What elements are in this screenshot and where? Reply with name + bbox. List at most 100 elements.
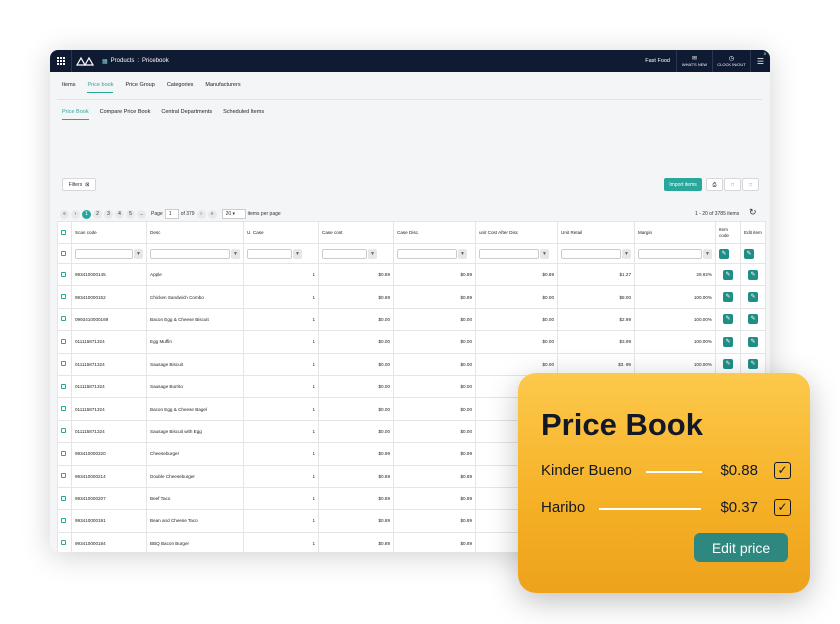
scan-code-cell: 011115871324 [71,352,147,376]
filter-icon[interactable]: ▼ [368,248,377,259]
subtab-price-book[interactable]: Price Book [62,109,89,120]
row-checkbox[interactable] [61,428,66,434]
col-scan-code[interactable]: Scan code [71,221,147,244]
filter-input[interactable] [150,248,230,259]
filter-input[interactable] [479,248,539,259]
filter-input[interactable] [247,248,292,259]
tab-manufacturers[interactable]: Manufacturers [205,82,240,93]
row-checkbox[interactable] [61,338,66,344]
scan-code-cell: 011115871324 [71,374,147,399]
row-checkbox[interactable] [61,450,66,456]
filter-icon[interactable]: ▼ [231,248,240,259]
col-margin[interactable]: Margin [634,221,716,244]
col-edit-item[interactable]: Edit item [740,221,766,244]
filter-icon[interactable]: ▼ [458,248,467,259]
col-case-disc[interactable]: Case Disc. [393,221,476,244]
edit-item-code-icon[interactable]: ✎ [723,314,733,325]
row-checkbox[interactable] [61,316,66,322]
page-button[interactable]: 4 [115,209,124,219]
col-unit-cost[interactable]: unit Cost After Disc [475,221,558,244]
col-u-case[interactable]: U. Case [243,221,319,244]
checkbox[interactable]: ✓ [774,461,791,479]
row-checkbox[interactable] [61,540,66,546]
subtab-compare-price-book[interactable]: Compare Price Book [100,109,151,120]
filter-input[interactable] [322,248,367,259]
subtab-central-departments[interactable]: Central Departments [161,109,212,120]
apps-grid-icon[interactable] [50,50,72,72]
col-unit-retail[interactable]: Unit Retail [557,221,635,244]
tab-price-group[interactable]: Price Group [125,82,154,93]
table-row[interactable]: 011115871324 Egg Muffin 1 $0.00 $0.00 $0.00 $3… [57,330,766,354]
edit-item-icon[interactable]: ✎ [748,336,758,347]
next-page-button[interactable]: › [196,209,206,219]
first-page-button[interactable]: « [60,209,69,219]
subtab-scheduled-items[interactable]: Scheduled Items [223,109,264,120]
page-button[interactable]: 3 [104,209,113,219]
tab-items[interactable]: Items [62,82,75,93]
col-item-code[interactable]: Item code [715,221,741,244]
import-items-button[interactable]: Import items [664,178,702,191]
filter-icon[interactable]: ▼ [540,248,549,259]
row-checkbox[interactable] [61,383,66,389]
page-button[interactable]: 1 [82,209,91,219]
more-pages-button[interactable]: ... [137,209,146,219]
filter-input[interactable] [75,248,133,259]
col-desc[interactable]: Desc [146,221,244,244]
refresh-icon[interactable]: ↻ [749,207,757,218]
desc-cell: Chicken Sandwich Combo [146,285,244,309]
edit-icon[interactable]: ✎ [744,248,754,259]
last-page-button[interactable]: » [207,209,217,219]
edit-item-code-icon[interactable]: ✎ [723,336,733,347]
export-pdf-button[interactable]: □ [724,178,741,191]
filter-input[interactable] [561,248,621,259]
unit-cost-cell: $0.00 [475,285,558,309]
table-row[interactable]: 993410000152 Chicken Sandwich Combo 1 $0.89… [57,285,766,309]
page-button[interactable]: 5 [126,209,135,219]
edit-item-icon[interactable]: ✎ [748,314,758,325]
row-checkbox[interactable] [61,406,66,412]
edit-item-code-icon[interactable]: ✎ [723,269,733,280]
tab-categories[interactable]: Categories [167,82,194,93]
case-cost-cell: $0.00 [318,352,394,376]
unit-retail-cell: $2.99 [557,307,635,332]
edit-item-icon[interactable]: ✎ [748,292,758,303]
filter-icon[interactable]: ▼ [293,248,302,259]
breadcrumb-root[interactable]: Products [111,58,135,64]
clock-in-out-button[interactable]: ◷ CLOCK IN/OUT [712,50,750,72]
page-button[interactable]: 2 [93,209,102,219]
filters-button[interactable]: Filters ⊠ [62,178,96,191]
edit-price-button[interactable]: Edit price [694,533,788,562]
checkbox[interactable]: ✓ [774,498,791,516]
col-case-cost[interactable]: Case cost [318,221,394,244]
pager-top: « ‹ 1 2 3 4 5 ... Page 1 of 379 › » 20 ▾… [60,209,281,219]
select-all-checkbox[interactable] [61,229,66,235]
filter-icon[interactable]: ▼ [134,248,143,259]
filter-icon[interactable]: ▼ [703,248,712,259]
whats-new-button[interactable]: ✉ WHAT'S NEW [676,50,712,72]
table-row[interactable]: 993410000145 Apple 1 $0.89 $0.89 $0.89 $1.27 29… [57,262,766,287]
page-input[interactable]: 1 [164,209,179,219]
filter-input[interactable] [397,248,457,259]
row-checkbox[interactable] [61,495,66,501]
store-name[interactable]: Fast Food [645,58,670,64]
prev-page-button[interactable]: ‹ [71,209,80,219]
filter-input[interactable] [638,248,702,259]
edit-icon[interactable]: ✎ [719,248,729,259]
tab-price-book[interactable]: Price book [87,82,114,93]
row-checkbox[interactable] [61,517,66,523]
row-checkbox[interactable] [61,294,66,300]
edit-item-code-icon[interactable]: ✎ [723,359,733,370]
filter-checkbox[interactable] [61,250,66,256]
filter-icon[interactable]: ▼ [622,248,631,259]
table-row[interactable]: 0993410000169 Bacon Egg & Cheese Biscuit 1… [57,307,766,332]
edit-item-code-icon[interactable]: ✎ [723,292,733,303]
print-button[interactable]: ⎙ [706,178,723,191]
row-checkbox[interactable] [61,473,66,479]
edit-item-icon[interactable]: ✎ [748,359,758,370]
row-checkbox[interactable] [61,361,66,367]
per-page-select[interactable]: 20 ▾ [221,209,246,219]
menu-button[interactable]: ☰ 0 [750,50,770,72]
row-checkbox[interactable] [61,271,66,277]
edit-item-icon[interactable]: ✎ [748,269,758,280]
export-excel-button[interactable]: □ [742,178,759,191]
